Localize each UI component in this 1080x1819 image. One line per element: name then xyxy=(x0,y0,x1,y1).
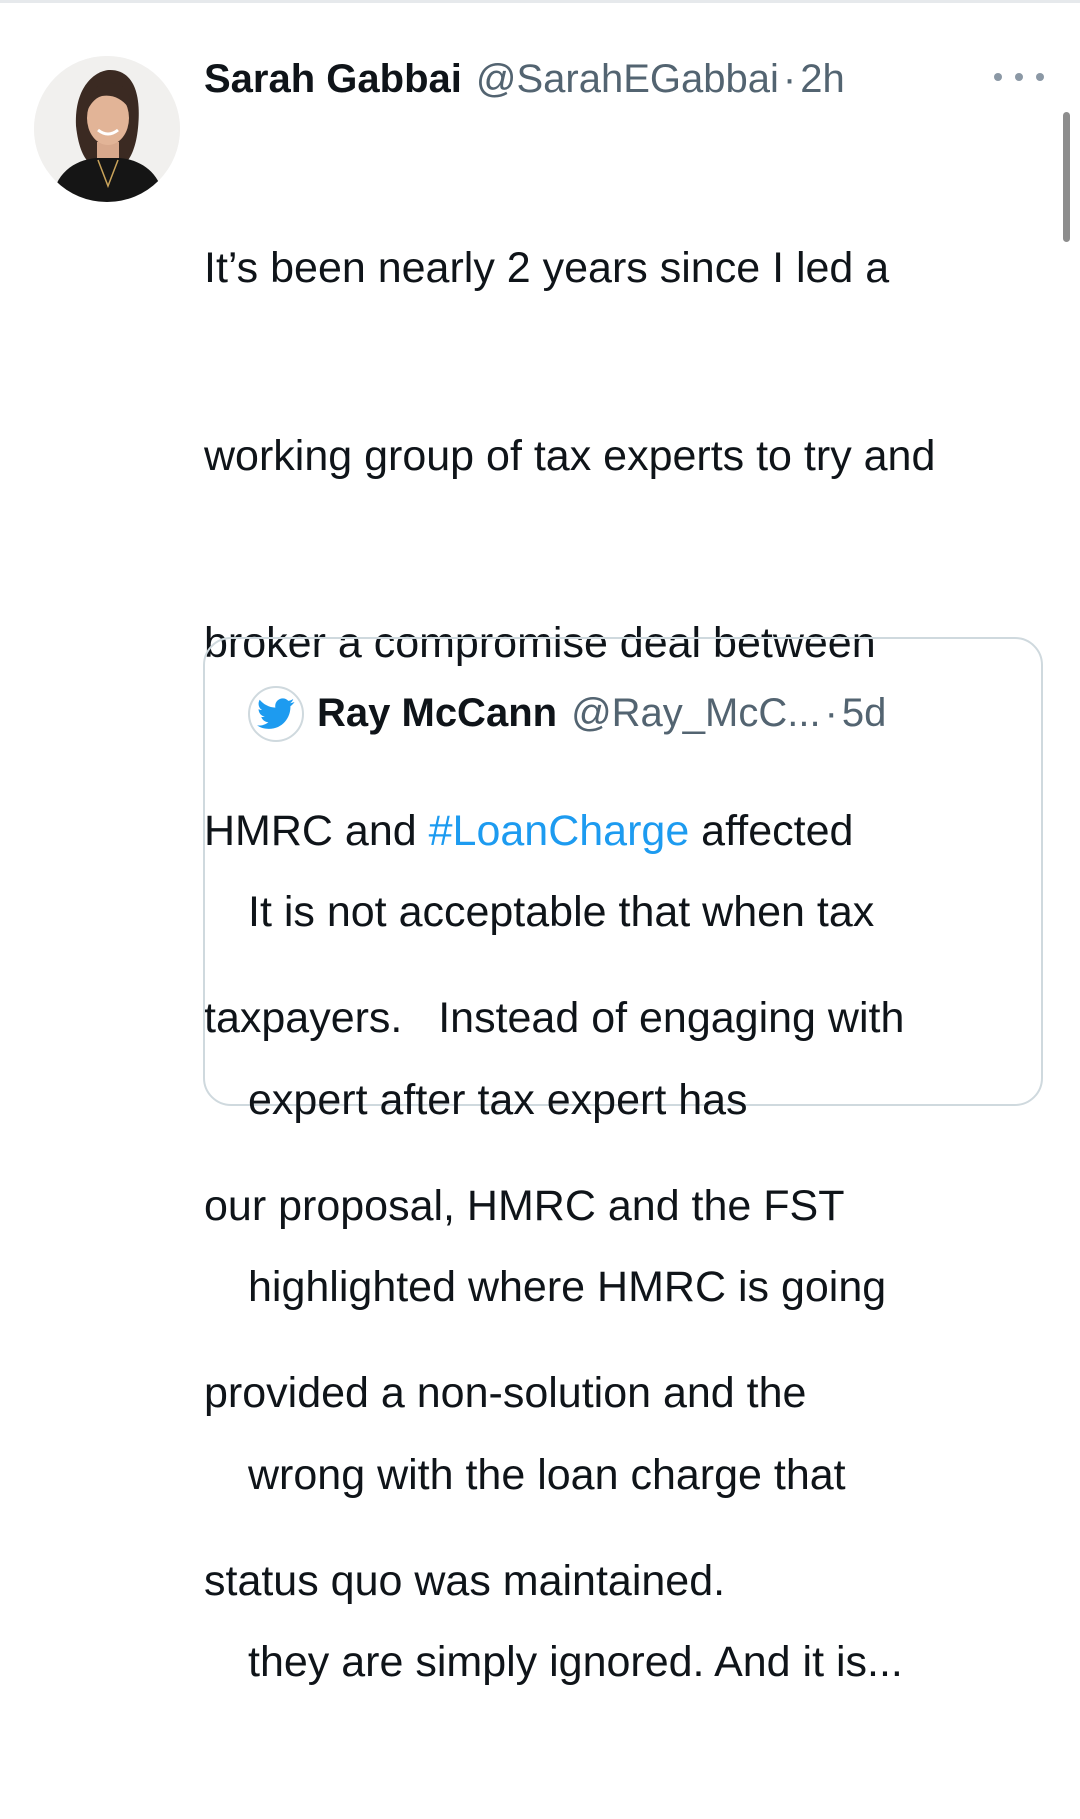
handle[interactable]: @SarahEGabbai xyxy=(476,57,779,102)
quoted-text-line: they are simply ignored. And it is... xyxy=(248,1638,903,1686)
quoted-timestamp[interactable]: 5d xyxy=(842,691,887,736)
quoted-display-name[interactable]: Ray McCann xyxy=(317,691,557,736)
twitter-bird-glyph xyxy=(257,698,295,729)
quoted-text-line: wrong with the loan charge that xyxy=(248,1450,846,1499)
quoted-tweet-card[interactable]: Ray McCann @Ray_McC... · 5d It is not ac… xyxy=(203,637,1043,1686)
separator-dot: · xyxy=(782,56,797,101)
quoted-text-line: expert after tax expert has xyxy=(248,1075,748,1124)
tweet-text-line: It’s been nearly 2 years since I led a xyxy=(204,244,890,292)
more-horizontal-icon[interactable] xyxy=(994,64,1044,90)
avatar[interactable] xyxy=(34,56,180,202)
separator-dot: · xyxy=(824,690,838,735)
scrollbar[interactable] xyxy=(1063,112,1070,242)
quoted-handle[interactable]: @Ray_McC... xyxy=(571,691,821,736)
quoted-tweet-text: It is not acceptable that when tax exper… xyxy=(248,756,1028,1819)
display-name[interactable]: Sarah Gabbai xyxy=(204,57,462,102)
timestamp[interactable]: 2h xyxy=(800,57,845,102)
profile-photo xyxy=(34,56,180,202)
quoted-text-line: It is not acceptable that when tax xyxy=(248,888,875,936)
quoted-tweet-header: Ray McCann @Ray_McC... · 5d xyxy=(317,687,886,739)
quoted-text-line: highlighted where HMRC is going xyxy=(248,1263,887,1311)
tweet[interactable]: Sarah Gabbai @SarahEGabbai · 2h It’s bee… xyxy=(0,0,1080,1686)
twitter-bird-icon[interactable] xyxy=(248,686,304,742)
tweet-header: Sarah Gabbai @SarahEGabbai · 2h xyxy=(204,52,845,106)
tweet-text-line: working group of tax experts to try and xyxy=(204,431,936,480)
